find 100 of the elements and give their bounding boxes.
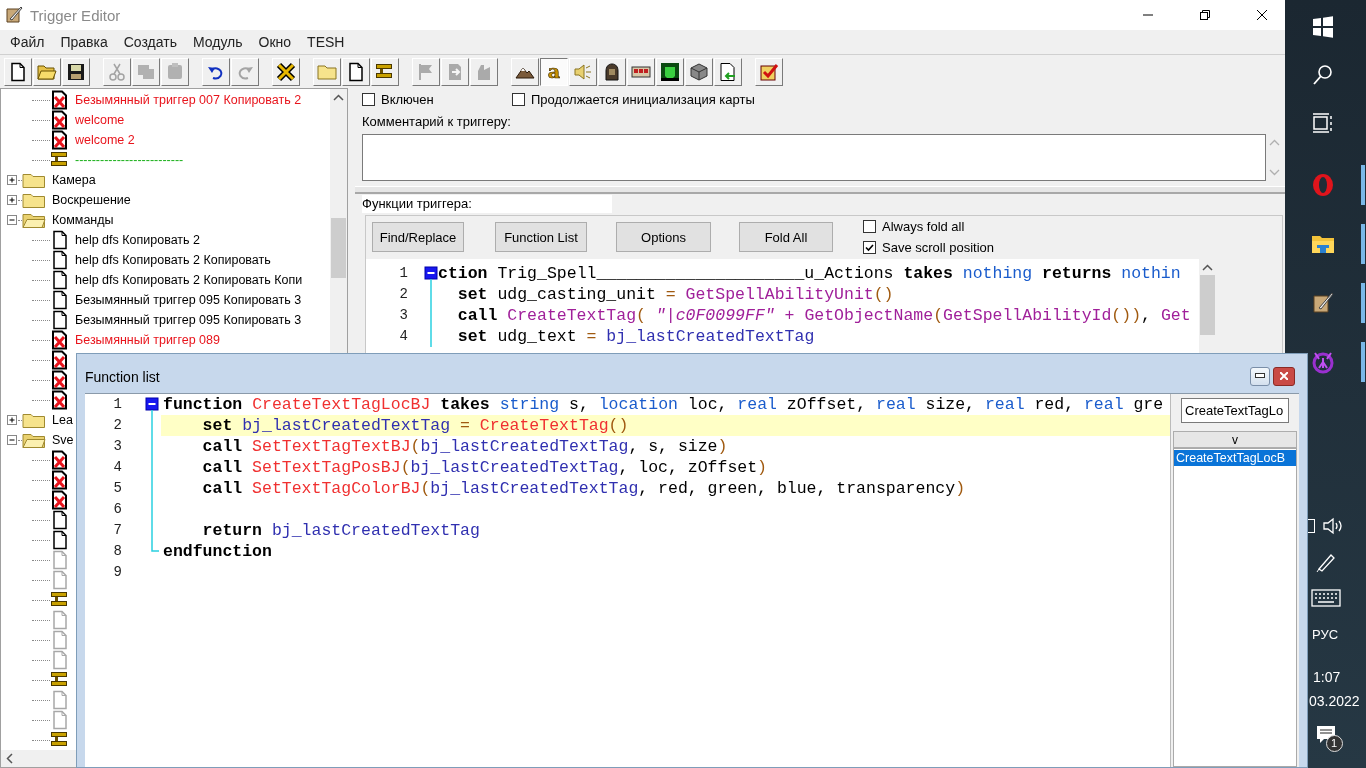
- tree-folder[interactable]: Lea: [52, 413, 73, 427]
- toolbar-button[interactable]: [511, 57, 539, 86]
- scrollbar-thumb[interactable]: [1200, 275, 1215, 335]
- code-line: ction Trig_Spell_____________________u_Actions takes nothing returns nothin: [438, 263, 1182, 284]
- tree-folder[interactable]: Sve: [52, 433, 74, 447]
- search-field[interactable]: CreateTextTagLo: [1181, 398, 1289, 423]
- opera-icon[interactable]: [1311, 172, 1335, 197]
- line-number: 2: [398, 285, 409, 304]
- checkbox[interactable]: [512, 92, 525, 106]
- tree-folder[interactable]: Воскрешение: [52, 193, 131, 207]
- paste-icon: [165, 61, 185, 82]
- line-number: 6: [112, 500, 123, 519]
- scrollbar-thumb[interactable]: [331, 218, 346, 278]
- monster-icon: [660, 61, 680, 82]
- windows-icon[interactable]: [1311, 15, 1335, 39]
- scroll-quill-icon[interactable]: [1311, 290, 1335, 315]
- clock-date[interactable]: 03.2022: [1309, 692, 1360, 710]
- fold-marker-icon[interactable]: [145, 394, 159, 415]
- save-icon: [66, 61, 86, 82]
- line-number: 4: [398, 327, 409, 346]
- scroll-quill-icon: [4, 5, 24, 25]
- folder-icon: [22, 411, 46, 429]
- keyboard-icon[interactable]: [1310, 589, 1341, 607]
- notification-button[interactable]: 1: [1308, 718, 1343, 752]
- new-file-icon: [8, 61, 28, 82]
- menu-item[interactable]: Файл: [2, 34, 53, 50]
- button[interactable]: Function List: [495, 222, 587, 252]
- scissors-icon: [107, 61, 127, 82]
- folder-icon: [22, 171, 46, 189]
- close-icon: [1280, 372, 1288, 380]
- button[interactable]: Fold All: [739, 222, 833, 252]
- toolbar-button[interactable]: [656, 57, 684, 86]
- minimize-button[interactable]: [1250, 366, 1270, 386]
- minimize-icon: [1255, 373, 1265, 379]
- button[interactable]: Find/Replace: [372, 222, 464, 252]
- toolbar-button[interactable]: [714, 57, 742, 86]
- checkbox-label[interactable]: Always fold all: [882, 219, 965, 234]
- list-item[interactable]: CreateTextTagLocB: [1174, 450, 1296, 466]
- code-line: call SetTextTagTextBJ(bj_lastCreatedTextTag, s, size): [201, 436, 729, 457]
- close-button[interactable]: [1273, 366, 1295, 386]
- language-indicator[interactable]: РУС: [1312, 625, 1339, 645]
- document-icon: [346, 61, 366, 82]
- menu-item[interactable]: Модуль: [184, 34, 251, 50]
- close-icon: [1257, 10, 1267, 20]
- toolbar-button[interactable]: [4, 57, 32, 86]
- tree-folder[interactable]: Комманды: [52, 213, 114, 227]
- menu-item[interactable]: Правка: [52, 34, 116, 50]
- checkbox[interactable]: [863, 220, 876, 233]
- toolbar-button[interactable]: [342, 57, 370, 86]
- comment-field[interactable]: [362, 134, 1266, 181]
- code-line: set udg_text = bj_lastCreatedTextTag: [456, 326, 816, 347]
- line-number: 5: [112, 479, 123, 498]
- open-folder-icon: [22, 211, 46, 229]
- toolbar-button[interactable]: [62, 57, 90, 86]
- group-label: Функции триггера:: [362, 195, 612, 213]
- tree-item[interactable]: help dfs Копировать 2: [75, 233, 200, 247]
- expand-icon[interactable]: [7, 194, 18, 206]
- toolbar-button[interactable]: [272, 57, 300, 86]
- tree-item[interactable]: Безымянный триггер 095 Копировать 3: [75, 293, 302, 307]
- toolbar-button[interactable]: [598, 57, 626, 86]
- line-number: 1: [398, 264, 409, 283]
- line-number: 4: [112, 458, 123, 477]
- code-line: endfunction: [162, 541, 273, 562]
- collapse-icon[interactable]: [7, 434, 18, 446]
- menu-item[interactable]: TESH: [299, 34, 353, 50]
- hooded-figure-icon: [602, 61, 622, 82]
- menu-item[interactable]: Создать: [115, 34, 185, 50]
- volume-icon[interactable]: [1322, 517, 1345, 535]
- fold-marker-icon[interactable]: [424, 263, 438, 284]
- dropdown-button[interactable]: v: [1173, 431, 1297, 448]
- clock-time[interactable]: 1:07: [1313, 668, 1341, 686]
- code-line: return bj_lastCreatedTextTag: [201, 520, 481, 541]
- folder-icon: [22, 191, 46, 209]
- expand-icon[interactable]: [7, 174, 18, 186]
- toolbar-button[interactable]: [371, 57, 399, 86]
- code-line: function CreateTextTagLocBJ takes string s, location loc, real zOffset, real size, real red, real gre: [162, 394, 1165, 415]
- tree-item[interactable]: Безымянный триггер 095 Копировать 3: [75, 313, 302, 327]
- checkbox[interactable]: [362, 92, 375, 106]
- checkbox-label[interactable]: Продолжается инициализация карты: [531, 91, 755, 107]
- field-label: Комментарий к триггеру:: [362, 113, 512, 130]
- line-number: 2: [112, 416, 123, 435]
- checkbox-label[interactable]: Включен: [381, 91, 434, 107]
- search-icon[interactable]: [1311, 63, 1335, 87]
- tree-folder[interactable]: Камера: [52, 173, 96, 187]
- code-line: call SetTextTagPosBJ(bj_lastCreatedTextTag, loc, zOffset): [201, 457, 768, 478]
- menu-item[interactable]: Окно: [250, 34, 300, 50]
- tree-item[interactable]: help dfs Копировать 2 Копировать: [75, 253, 271, 267]
- task-view-icon[interactable]: [1311, 111, 1335, 135]
- collapse-icon[interactable]: [7, 214, 18, 226]
- toolbar-button[interactable]: [202, 57, 230, 86]
- code-line: set udg_casting_unit = GetSpellAbilityUnit(): [456, 284, 895, 305]
- cube-icon: [689, 61, 709, 82]
- toolbar-button[interactable]: [627, 57, 655, 86]
- tree-item[interactable]: help dfs Копировать 2 Копировать Копи: [75, 273, 303, 287]
- expand-icon[interactable]: [7, 414, 18, 426]
- checkbox-label[interactable]: Save scroll position: [882, 240, 994, 255]
- button[interactable]: Options: [616, 222, 711, 252]
- toolbar-button[interactable]: [685, 57, 713, 86]
- checkbox[interactable]: [863, 241, 876, 254]
- line-number: 8: [112, 542, 123, 561]
